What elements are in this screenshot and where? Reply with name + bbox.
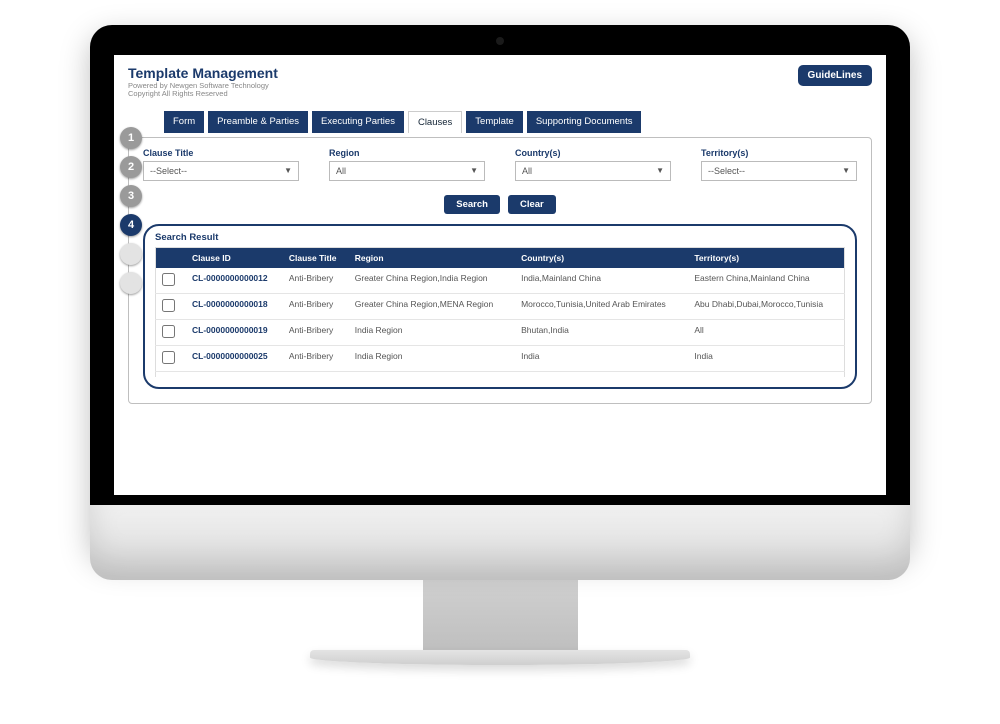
step-badge-5[interactable]: 5 bbox=[120, 243, 142, 265]
col-territory: Territory(s) bbox=[688, 247, 844, 268]
results-title: Search Result bbox=[155, 232, 845, 243]
filter-region-label: Region bbox=[329, 148, 485, 158]
page-title: Template Management bbox=[128, 65, 872, 81]
chevron-down-icon: ▼ bbox=[842, 166, 850, 175]
search-button[interactable]: Search bbox=[444, 195, 500, 214]
cell-territory: Eastern China,Mainland China bbox=[688, 268, 844, 294]
table-row: CL-0000000000025Anti-BriberyIndia Region… bbox=[156, 345, 845, 371]
cell-region: Greater China Region,India Region bbox=[349, 268, 515, 294]
step-badge-2[interactable]: 2 bbox=[120, 156, 142, 178]
filter-territory-label: Territory(s) bbox=[701, 148, 857, 158]
cell-country: Morocco,Tunisia,United Arab Emirates bbox=[515, 293, 688, 319]
step-badge-4[interactable]: 4 bbox=[120, 214, 142, 236]
col-country: Country(s) bbox=[515, 247, 688, 268]
tab-template[interactable]: Template bbox=[466, 111, 523, 133]
cell-territory: All bbox=[688, 319, 844, 345]
cell-country: Hong Kong bbox=[515, 371, 688, 377]
filter-clause-title-value: --Select-- bbox=[150, 166, 187, 176]
tab-supporting-documents[interactable]: Supporting Documents bbox=[527, 111, 642, 133]
tab-clauses[interactable]: Clauses bbox=[408, 111, 462, 133]
cell-region: Greater China Region bbox=[349, 371, 515, 377]
cell-clause-id[interactable]: CL-0000000000019 bbox=[186, 319, 283, 345]
results-scroll[interactable]: Clause ID Clause Title Region Country(s)… bbox=[155, 247, 845, 377]
subtitle-line2: Copyright All Rights Reserved bbox=[128, 90, 872, 98]
row-checkbox[interactable] bbox=[162, 273, 175, 286]
cell-clause-title: Anti-Bribery bbox=[283, 371, 349, 377]
clauses-panel: Clause Title --Select-- ▼ Region All ▼ bbox=[128, 137, 872, 404]
cell-clause-title: Anti-Bribery bbox=[283, 268, 349, 294]
cell-territory: India bbox=[688, 345, 844, 371]
cell-clause-id[interactable]: CL-0000000000027 bbox=[186, 371, 283, 377]
col-checkbox bbox=[156, 247, 187, 268]
table-row: CL-0000000000027Anti-BriberyGreater Chin… bbox=[156, 371, 845, 377]
cell-clause-id[interactable]: CL-0000000000025 bbox=[186, 345, 283, 371]
tab-executing-parties[interactable]: Executing Parties bbox=[312, 111, 404, 133]
cell-clause-title: Anti-Bribery bbox=[283, 345, 349, 371]
step-badge-6[interactable]: 6 bbox=[120, 272, 142, 294]
col-clause-title: Clause Title bbox=[283, 247, 349, 268]
chevron-down-icon: ▼ bbox=[284, 166, 292, 175]
monitor-base bbox=[310, 650, 690, 665]
filter-clause-title-label: Clause Title bbox=[143, 148, 299, 158]
filter-region-value: All bbox=[336, 166, 346, 176]
cell-region: India Region bbox=[349, 345, 515, 371]
cell-territory: Abu Dhabi,Dubai,Morocco,Tunisia bbox=[688, 293, 844, 319]
tab-form[interactable]: Form bbox=[164, 111, 204, 133]
filter-clause-title-select[interactable]: --Select-- ▼ bbox=[143, 161, 299, 181]
cell-region: India Region bbox=[349, 319, 515, 345]
filter-country-label: Country(s) bbox=[515, 148, 671, 158]
step-badge-3[interactable]: 3 bbox=[120, 185, 142, 207]
filter-territory-value: --Select-- bbox=[708, 166, 745, 176]
table-row: CL-0000000000012Anti-BriberyGreater Chin… bbox=[156, 268, 845, 294]
monitor-stand bbox=[423, 580, 578, 650]
chevron-down-icon: ▼ bbox=[470, 166, 478, 175]
cell-region: Greater China Region,MENA Region bbox=[349, 293, 515, 319]
cell-country: Bhutan,India bbox=[515, 319, 688, 345]
cell-clause-title: Anti-Bribery bbox=[283, 293, 349, 319]
subtitle-line1: Powered by Newgen Software Technology bbox=[128, 82, 872, 90]
row-checkbox[interactable] bbox=[162, 299, 175, 312]
filter-region-select[interactable]: All ▼ bbox=[329, 161, 485, 181]
chevron-down-icon: ▼ bbox=[656, 166, 664, 175]
monitor-chin bbox=[90, 505, 910, 580]
clear-button[interactable]: Clear bbox=[508, 195, 556, 214]
filter-country-select[interactable]: All ▼ bbox=[515, 161, 671, 181]
results-table: Clause ID Clause Title Region Country(s)… bbox=[155, 247, 845, 377]
guidelines-button[interactable]: GuideLines bbox=[798, 65, 872, 86]
filter-country-value: All bbox=[522, 166, 532, 176]
col-clause-id: Clause ID bbox=[186, 247, 283, 268]
filter-territory-select[interactable]: --Select-- ▼ bbox=[701, 161, 857, 181]
table-row: CL-0000000000018Anti-BriberyGreater Chin… bbox=[156, 293, 845, 319]
cell-country: India,Mainland China bbox=[515, 268, 688, 294]
step-badge-1[interactable]: 1 bbox=[120, 127, 142, 149]
camera-dot bbox=[496, 37, 504, 45]
cell-clause-id[interactable]: CL-0000000000018 bbox=[186, 293, 283, 319]
table-row: CL-0000000000019Anti-BriberyIndia Region… bbox=[156, 319, 845, 345]
row-checkbox[interactable] bbox=[162, 325, 175, 338]
cell-country: India bbox=[515, 345, 688, 371]
row-checkbox[interactable] bbox=[162, 351, 175, 364]
col-region: Region bbox=[349, 247, 515, 268]
cell-clause-id[interactable]: CL-0000000000012 bbox=[186, 268, 283, 294]
tab-preamble-parties[interactable]: Preamble & Parties bbox=[208, 111, 308, 133]
search-results: Search Result Clause ID Clause Title Reg… bbox=[143, 224, 857, 389]
cell-clause-title: Anti-Bribery bbox=[283, 319, 349, 345]
cell-territory: Hong Kong bbox=[688, 371, 844, 377]
